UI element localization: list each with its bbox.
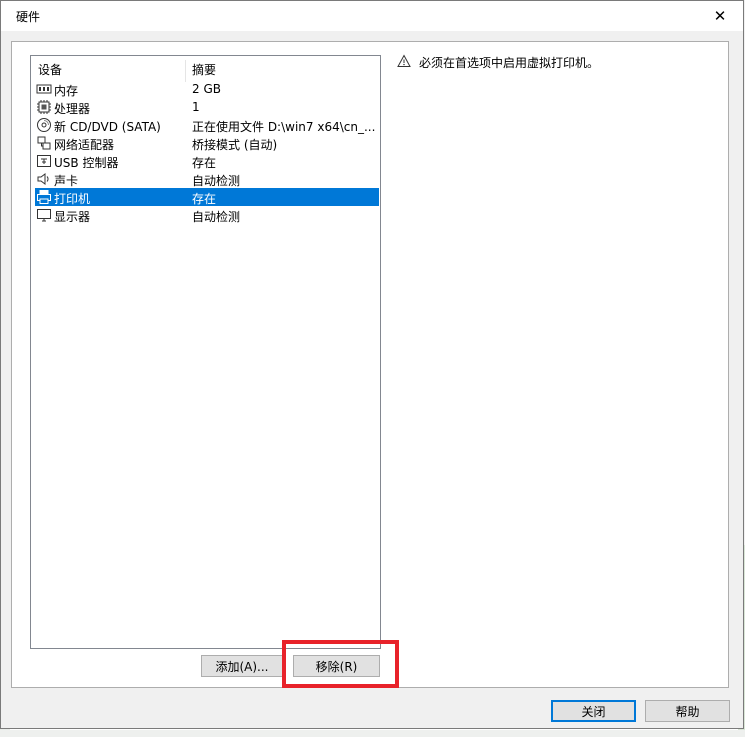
printer-icon <box>36 189 52 205</box>
add-button[interactable]: 添加(A)... <box>201 655 283 677</box>
column-header-device[interactable]: 设备 <box>38 61 62 78</box>
device-name: 新 CD/DVD (SATA) <box>54 120 161 134</box>
help-button[interactable]: 帮助 <box>645 700 730 722</box>
device-summary: 存在 <box>192 156 217 170</box>
device-summary: 2 GB <box>192 82 221 96</box>
list-header: 设备 摘要 <box>31 60 380 82</box>
dialog-title: 硬件 <box>16 10 41 24</box>
warning-icon <box>397 54 411 68</box>
cpu-icon <box>36 99 52 115</box>
background-app-bottom <box>0 730 745 737</box>
column-header-summary[interactable]: 摘要 <box>192 61 216 78</box>
cd-dvd-icon <box>36 117 52 133</box>
close-icon: ✕ <box>713 7 727 25</box>
device-row-cd-dvd[interactable]: 新 CD/DVD (SATA) 正在使用文件 D:\win7 x64\cn_..… <box>35 116 379 134</box>
device-name: 显示器 <box>54 210 91 224</box>
device-row-display[interactable]: 显示器 自动检测 <box>35 206 379 224</box>
device-summary: 存在 <box>192 192 217 206</box>
device-name: USB 控制器 <box>54 156 119 170</box>
device-name: 处理器 <box>54 102 91 116</box>
device-name: 声卡 <box>54 174 79 188</box>
column-separator[interactable] <box>185 60 186 82</box>
device-row-memory[interactable]: 内存 2 GB <box>35 80 379 98</box>
remove-button-highlight <box>282 640 399 688</box>
device-name: 网络适配器 <box>54 138 115 152</box>
close-window-button[interactable]: ✕ <box>697 1 743 31</box>
device-summary: 自动检测 <box>192 174 241 188</box>
device-summary: 1 <box>192 100 200 114</box>
device-row-processor[interactable]: 处理器 1 <box>35 98 379 116</box>
device-row-network-adapter[interactable]: 网络适配器 桥接模式 (自动) <box>35 134 379 152</box>
device-row-usb-controller[interactable]: USB 控制器 存在 <box>35 152 379 170</box>
hardware-dialog: 硬件 ✕ 设备 摘要 内存 2 GB 处理器 1 新 CD/DVD (SATA)… <box>0 0 744 729</box>
network-icon <box>36 135 52 151</box>
device-name: 打印机 <box>54 192 91 206</box>
device-summary: 桥接模式 (自动) <box>192 138 278 152</box>
usb-icon <box>36 153 52 169</box>
device-row-sound-card[interactable]: 声卡 自动检测 <box>35 170 379 188</box>
display-icon <box>36 207 52 223</box>
title-bar: 硬件 ✕ <box>1 1 743 31</box>
device-summary: 正在使用文件 D:\win7 x64\cn_... <box>192 120 376 134</box>
device-name: 内存 <box>54 84 79 98</box>
device-summary: 自动检测 <box>192 210 241 224</box>
sound-icon <box>36 171 52 187</box>
warning-text: 必须在首选项中启用虚拟打印机。 <box>419 56 600 70</box>
memory-icon <box>36 81 52 97</box>
device-list[interactable]: 设备 摘要 内存 2 GB 处理器 1 新 CD/DVD (SATA) 正在使用… <box>30 55 381 649</box>
device-row-printer[interactable]: 打印机 存在 <box>35 188 379 206</box>
close-button[interactable]: 关闭 <box>551 700 636 722</box>
